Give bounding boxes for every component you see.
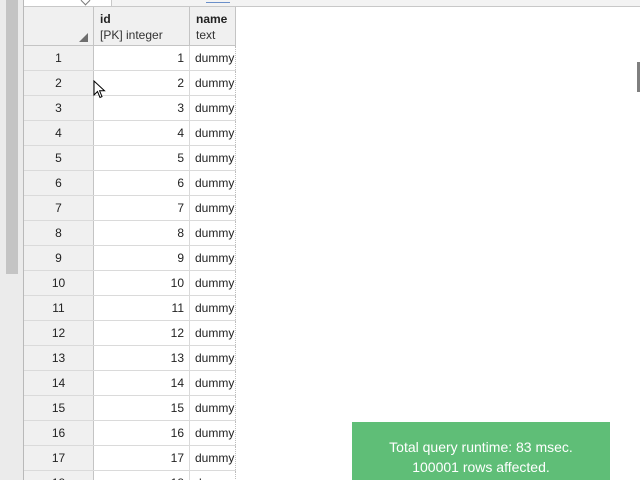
name-cell[interactable]: dummy xyxy=(190,371,236,395)
left-scrollbar-track[interactable] xyxy=(0,0,24,480)
name-cell[interactable]: dummy xyxy=(190,271,236,295)
id-cell[interactable]: 16 xyxy=(94,421,190,445)
table-row[interactable]: 17 17 dummy xyxy=(24,446,236,471)
row-number-cell[interactable]: 12 xyxy=(24,321,94,345)
name-cell[interactable]: dummy xyxy=(190,71,236,95)
query-result-panel: id [PK] integer name text 1 1 dummy 2 2 dummy… xyxy=(0,0,640,480)
table-row[interactable]: 8 8 dummy xyxy=(24,221,236,246)
tab-messages-underline xyxy=(206,0,230,3)
row-number-cell[interactable]: 2 xyxy=(24,71,94,95)
table-row[interactable]: 3 3 dummy xyxy=(24,96,236,121)
select-all-triangle-icon xyxy=(79,33,88,42)
name-cell[interactable]: dummy xyxy=(190,221,236,245)
row-number-cell[interactable]: 16 xyxy=(24,421,94,445)
table-row[interactable]: 14 14 dummy xyxy=(24,371,236,396)
table-row[interactable]: 1 1 dummy xyxy=(24,46,236,71)
data-grid: id [PK] integer name text 1 1 dummy 2 2 dummy… xyxy=(24,7,236,480)
id-cell[interactable]: 10 xyxy=(94,271,190,295)
column-type: [PK] integer xyxy=(100,28,163,42)
row-number-cell[interactable]: 1 xyxy=(24,46,94,70)
id-cell[interactable]: 3 xyxy=(94,96,190,120)
table-row[interactable]: 13 13 dummy xyxy=(24,346,236,371)
name-cell[interactable]: dummy xyxy=(190,346,236,370)
id-cell[interactable]: 6 xyxy=(94,171,190,195)
id-cell[interactable]: 17 xyxy=(94,446,190,470)
query-result-notification: Total query runtime: 83 msec. 100001 row… xyxy=(352,422,610,480)
column-type: text xyxy=(196,28,216,42)
row-number-cell[interactable]: 17 xyxy=(24,446,94,470)
column-header-id[interactable]: id [PK] integer xyxy=(94,7,190,46)
row-number-cell[interactable]: 5 xyxy=(24,146,94,170)
id-cell[interactable]: 13 xyxy=(94,346,190,370)
id-cell[interactable]: 8 xyxy=(94,221,190,245)
grid-body: 1 1 dummy 2 2 dummy 3 3 dummy 4 4 dummy 5 5 dummy 6 6 dum… xyxy=(24,46,236,480)
table-row[interactable]: 10 10 dummy xyxy=(24,271,236,296)
name-cell[interactable]: dummy xyxy=(190,246,236,270)
name-cell[interactable]: dummy xyxy=(190,321,236,345)
table-row[interactable]: 11 11 dummy xyxy=(24,296,236,321)
id-cell[interactable]: 14 xyxy=(94,371,190,395)
row-number-cell[interactable]: 6 xyxy=(24,171,94,195)
table-row[interactable]: 12 12 dummy xyxy=(24,321,236,346)
name-cell[interactable]: dummy xyxy=(190,146,236,170)
name-cell[interactable]: dummy xyxy=(190,46,236,70)
table-row[interactable]: 15 15 dummy xyxy=(24,396,236,421)
table-row[interactable]: 9 9 dummy xyxy=(24,246,236,271)
row-number-cell[interactable]: 9 xyxy=(24,246,94,270)
row-number-cell[interactable]: 15 xyxy=(24,396,94,420)
name-cell[interactable]: dummy xyxy=(190,446,236,470)
select-all-corner[interactable] xyxy=(24,7,94,46)
name-cell[interactable]: dummy xyxy=(190,296,236,320)
row-number-cell[interactable]: 13 xyxy=(24,346,94,370)
column-header-name[interactable]: name text xyxy=(190,7,236,46)
table-row[interactable]: 5 5 dummy xyxy=(24,146,236,171)
column-title: id xyxy=(100,12,111,26)
id-cell[interactable]: 9 xyxy=(94,246,190,270)
tab-data-output[interactable] xyxy=(24,0,112,6)
name-cell[interactable]: dummy xyxy=(190,121,236,145)
row-number-cell[interactable]: 14 xyxy=(24,371,94,395)
column-title: name xyxy=(196,12,228,26)
row-number-cell[interactable]: 8 xyxy=(24,221,94,245)
runtime-message: Total query runtime: 83 msec. xyxy=(389,439,573,455)
row-number-cell[interactable]: 18 xyxy=(24,471,94,480)
row-number-cell[interactable]: 11 xyxy=(24,296,94,320)
table-row[interactable]: 7 7 dummy xyxy=(24,196,236,221)
name-cell[interactable]: dummy xyxy=(190,171,236,195)
name-cell[interactable]: dummy xyxy=(190,471,236,480)
table-row[interactable]: 4 4 dummy xyxy=(24,121,236,146)
name-cell[interactable]: dummy xyxy=(190,421,236,445)
id-cell[interactable]: 15 xyxy=(94,396,190,420)
name-cell[interactable]: dummy xyxy=(190,96,236,120)
row-number-cell[interactable]: 10 xyxy=(24,271,94,295)
id-cell[interactable]: 12 xyxy=(94,321,190,345)
table-row[interactable]: 2 2 dummy xyxy=(24,71,236,96)
id-cell[interactable]: 4 xyxy=(94,121,190,145)
id-cell[interactable]: 5 xyxy=(94,146,190,170)
row-number-cell[interactable]: 3 xyxy=(24,96,94,120)
rows-affected-message: 100001 rows affected. xyxy=(412,459,550,475)
row-number-cell[interactable]: 7 xyxy=(24,196,94,220)
id-cell[interactable]: 7 xyxy=(94,196,190,220)
id-cell[interactable]: 11 xyxy=(94,296,190,320)
mouse-pointer-icon xyxy=(93,80,106,99)
id-cell[interactable]: 1 xyxy=(94,46,190,70)
table-row[interactable]: 16 16 dummy xyxy=(24,421,236,446)
name-cell[interactable]: dummy xyxy=(190,196,236,220)
name-cell[interactable]: dummy xyxy=(190,396,236,420)
row-number-cell[interactable]: 4 xyxy=(24,121,94,145)
grid-header: id [PK] integer name text xyxy=(24,7,236,46)
id-cell[interactable]: 18 xyxy=(94,471,190,480)
table-row[interactable]: 6 6 dummy xyxy=(24,171,236,196)
left-scrollbar-thumb[interactable] xyxy=(6,0,18,274)
id-cell[interactable]: 2 xyxy=(94,71,190,95)
table-row[interactable]: 1818dummy xyxy=(24,471,236,480)
tab-bar xyxy=(24,0,640,7)
